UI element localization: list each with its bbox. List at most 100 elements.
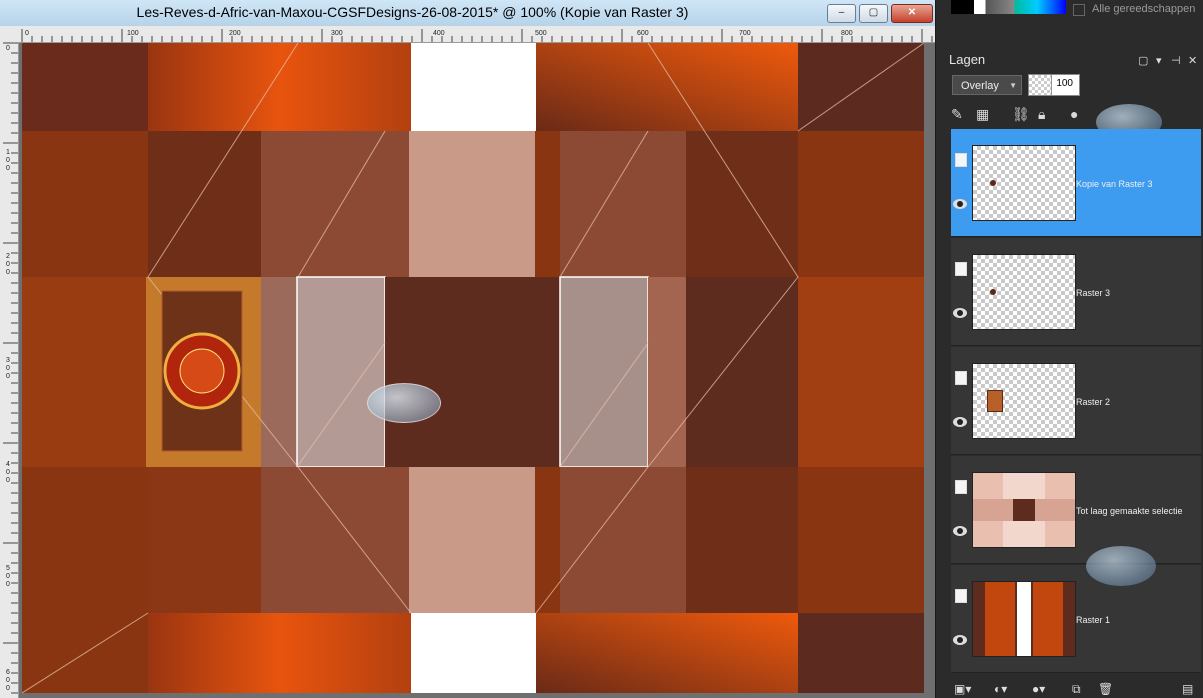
close-button[interactable]: ✕ (891, 4, 933, 23)
layer-visibility-page-icon[interactable] (955, 371, 967, 385)
layer-visibility-page-icon[interactable] (955, 262, 967, 276)
eye-icon[interactable] (953, 308, 967, 318)
block-top-right (536, 43, 801, 131)
ruler-label: 400 (6, 461, 10, 484)
ruler-label: 100 (6, 149, 10, 172)
band-2-tan-left (261, 131, 409, 277)
dropdown-icon[interactable]: ▾ (1156, 54, 1162, 67)
layers-header: Lagen ▢ ▾ ⊣ ✕ (936, 47, 1203, 75)
block-top-white (411, 43, 536, 131)
ruler-label: 300 (331, 30, 343, 37)
svg-text:0: 0 (6, 261, 10, 268)
ruler-label: 800 (841, 30, 853, 37)
ruler-label: 200 (229, 30, 241, 37)
watermark-logo (367, 383, 441, 423)
svg-text:3: 3 (6, 357, 10, 364)
layer-name: Raster 3 (1076, 288, 1111, 298)
title-bar[interactable]: Les-Reves-d-Afric-van-Maxou-CGSFDesigns-… (0, 0, 935, 27)
band-2-right (686, 131, 798, 277)
layer-thumbnail (972, 145, 1076, 221)
band-4-tan-right (560, 467, 686, 613)
ruler-label: 600 (6, 669, 10, 692)
lock-icon[interactable]: 🔒︎ (1038, 106, 1045, 123)
band-3-glass-right (559, 276, 649, 468)
layer-row-tot-laag-gemaakte-selectie[interactable]: Tot laag gemaakte selectie (951, 456, 1201, 564)
properties-icon[interactable]: ▤ (1182, 682, 1193, 696)
layers-title: Lagen (949, 52, 986, 67)
svg-text:0: 0 (6, 45, 10, 52)
new-layer-icon[interactable]: ▣▾ (954, 682, 971, 696)
svg-text:0: 0 (6, 269, 10, 276)
ruler-label: 600 (637, 30, 649, 37)
band-5-far-right (798, 613, 924, 693)
duplicate-icon[interactable]: ⧉ (1072, 682, 1081, 697)
svg-text:0: 0 (6, 685, 10, 692)
layer-row-kopie-van-raster-3[interactable]: Kopie van Raster 3 (951, 129, 1201, 237)
band-3-right-tan (648, 277, 686, 467)
mask-group-icon[interactable]: ●▾ (1032, 682, 1045, 696)
blend-mode-select[interactable]: Overlay ▼ (952, 75, 1022, 95)
ruler-label: 0 (6, 45, 10, 52)
close-icon[interactable]: ✕ (1188, 54, 1197, 67)
band-5-right (536, 613, 801, 693)
link-icon[interactable]: ⛓ (1012, 106, 1030, 123)
chevron-down-icon: ▼ (1009, 81, 1017, 90)
horizontal-ruler[interactable]: 0 100 200 300 400 500 600 700 800 (18, 26, 935, 43)
layer-row-raster-1[interactable]: Raster 1 (951, 565, 1201, 673)
band-3-right-orange (798, 277, 924, 467)
layer-name: Raster 2 (1076, 397, 1111, 407)
svg-text:4: 4 (6, 461, 10, 468)
eye-icon[interactable] (953, 526, 967, 536)
all-tools-checkbox[interactable] (1073, 4, 1085, 16)
new-mask-icon[interactable]: ◐▾ (994, 682, 1007, 696)
svg-text:0: 0 (6, 373, 10, 380)
ruler-label: 500 (6, 565, 10, 588)
color-swatch-strip[interactable] (951, 0, 1066, 14)
block-top-left (22, 43, 148, 131)
band-3-glass-left (296, 276, 386, 468)
band-4-right (686, 467, 798, 613)
effects-icon[interactable]: ● (1070, 106, 1078, 122)
svg-text:5: 5 (6, 565, 10, 572)
maximize-button[interactable]: ▢ (859, 4, 888, 23)
eye-icon[interactable] (953, 199, 967, 209)
band-4-peach (409, 467, 535, 613)
eye-icon[interactable] (953, 635, 967, 645)
vertical-ruler[interactable]: 0100200300400500600 (0, 42, 19, 698)
layer-thumbnail (972, 363, 1076, 439)
ruler-label: 700 (739, 30, 751, 37)
ruler-label: 100 (127, 30, 139, 37)
delete-icon[interactable]: 🗑︎ (1098, 682, 1113, 696)
svg-text:6: 6 (6, 669, 10, 676)
layer-row-raster-3[interactable]: Raster 3 (951, 238, 1201, 346)
eye-icon[interactable] (953, 417, 967, 427)
minimize-button[interactable]: – (827, 4, 856, 23)
svg-text:0: 0 (6, 469, 10, 476)
layer-visibility-page-icon[interactable] (955, 589, 967, 603)
mask-icon[interactable]: ▦ (976, 106, 989, 123)
svg-text:0: 0 (6, 157, 10, 164)
layer-row-raster-2[interactable]: Raster 2 (951, 347, 1201, 455)
layer-name: Tot laag gemaakte selectie (1076, 506, 1183, 516)
layer-thumbnail (972, 472, 1076, 548)
window-title: Les-Reves-d-Afric-van-Maxou-CGSFDesigns-… (136, 4, 689, 20)
blend-mode-value: Overlay (961, 80, 999, 92)
layers-bottom-toolbar: ▣▾ ◐▾ ●▾ ⧉ 🗑︎ ▤ (936, 680, 1203, 698)
opacity-field[interactable]: 100 (1028, 74, 1080, 96)
band-4-left (148, 467, 261, 613)
image-canvas[interactable] (22, 43, 924, 693)
ruler-label: 500 (535, 30, 547, 37)
band-3-left-orange (22, 277, 148, 467)
layer-name: Raster 1 (1076, 615, 1111, 625)
layer-visibility-page-icon[interactable] (955, 480, 967, 494)
pin-icon[interactable]: ⊣ (1171, 54, 1181, 67)
brush-icon[interactable]: ✎ (951, 106, 963, 123)
ruler-label: 200 (6, 253, 10, 276)
band-2-tan-right (560, 131, 686, 277)
svg-text:1: 1 (6, 149, 10, 156)
layer-visibility-page-icon[interactable] (955, 153, 967, 167)
maximize-icon[interactable]: ▢ (1138, 54, 1148, 67)
band-4-tan-left (261, 467, 409, 613)
opacity-preview (1029, 75, 1051, 95)
ruler-corner (0, 26, 18, 42)
